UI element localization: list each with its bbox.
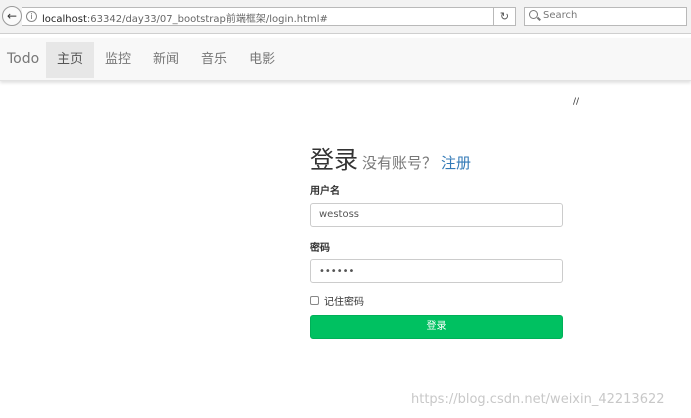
browser-search-box[interactable]: Search xyxy=(524,7,687,26)
nav-item-movies[interactable]: 电影 xyxy=(238,42,286,78)
url-host: localhost xyxy=(42,14,87,25)
username-input[interactable] xyxy=(310,202,563,227)
register-link[interactable]: 注册 xyxy=(441,154,471,172)
reload-icon[interactable]: ↻ xyxy=(493,8,515,25)
login-form: 登录没有账号？注册 用户名 密码 记住密码 登录 xyxy=(310,140,563,339)
info-icon[interactable]: i xyxy=(26,11,37,22)
browser-toolbar: ← i localhost:63342/day33/07_bootstrap前端… xyxy=(0,0,691,34)
login-heading: 登录 没有账号？ 注册 xyxy=(310,140,563,182)
password-input[interactable] xyxy=(310,259,563,283)
remember-checkbox[interactable] xyxy=(310,295,319,305)
username-group: 用户名 xyxy=(310,182,563,227)
search-icon xyxy=(529,10,538,19)
search-placeholder: Search xyxy=(543,10,578,21)
login-subtitle: 没有账号？ xyxy=(362,154,438,172)
url-text: localhost:63342/day33/07_bootstrap前端框架/l… xyxy=(42,10,328,25)
address-bar[interactable]: i localhost:63342/day33/07_bootstrap前端框架… xyxy=(22,7,516,26)
slash-mark: // xyxy=(573,97,580,107)
nav-item-home[interactable]: 主页 xyxy=(46,42,95,78)
login-title: 登录 xyxy=(310,146,358,174)
watermark: https://blog.csdn.net/weixin_42213622 xyxy=(411,392,665,407)
password-group: 密码 xyxy=(310,239,563,283)
nav-item-news[interactable]: 新闻 xyxy=(142,42,190,78)
nav-item-music[interactable]: 音乐 xyxy=(190,42,238,78)
remember-row[interactable]: 记住密码 xyxy=(310,293,563,308)
password-label: 密码 xyxy=(310,242,330,254)
username-label: 用户名 xyxy=(310,186,340,197)
nav-item-monitor[interactable]: 监控 xyxy=(94,42,142,78)
page: ← i localhost:63342/day33/07_bootstrap前端… xyxy=(0,0,691,418)
navbar: Todo 主页 监控 新闻 音乐 电影 xyxy=(0,38,691,81)
login-submit-button[interactable]: 登录 xyxy=(310,315,563,339)
nav-list: 主页 监控 新闻 音乐 电影 xyxy=(46,42,286,78)
back-arrow-icon[interactable]: ← xyxy=(2,6,22,26)
url-path: :63342/day33/07_bootstrap前端框架/login.html… xyxy=(86,14,328,25)
remember-label: 记住密码 xyxy=(324,296,364,308)
navbar-brand[interactable]: Todo xyxy=(7,51,39,67)
